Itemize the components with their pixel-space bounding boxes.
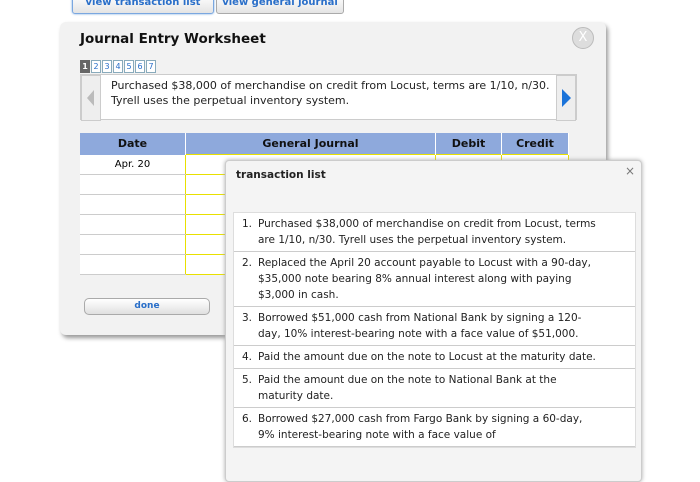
page-tab-4[interactable]: 4 xyxy=(113,60,123,73)
item-text: Replaced the April 20 account payable to… xyxy=(258,257,591,301)
next-arrow-icon[interactable] xyxy=(556,75,576,121)
transaction-items: 1. Purchased $38,000 of merchandise on cr… xyxy=(233,212,636,448)
view-transaction-list-button[interactable]: view transaction list xyxy=(72,0,214,14)
page-tabs: 1234567 xyxy=(80,60,156,73)
done-button[interactable]: done xyxy=(84,298,210,315)
date-cell xyxy=(80,234,186,255)
item-text: Borrowed $51,000 cash from National Bank… xyxy=(258,312,582,340)
transaction-item: 3. Borrowed $51,000 cash from National Ba… xyxy=(234,307,635,346)
transaction-item: 4. Paid the amount due on the note to Loc… xyxy=(234,346,635,369)
date-cell xyxy=(80,254,186,275)
page-tab-5[interactable]: 5 xyxy=(124,60,134,73)
transaction-item: 5. Paid the amount due on the note to Nat… xyxy=(234,369,635,408)
page-tab-3[interactable]: 3 xyxy=(102,60,112,73)
date-cell xyxy=(80,214,186,235)
prev-arrow-icon[interactable] xyxy=(81,75,101,121)
page-tab-2[interactable]: 2 xyxy=(91,60,101,73)
page-tab-1[interactable]: 1 xyxy=(80,60,90,73)
page-tab-6[interactable]: 6 xyxy=(135,60,145,73)
date-cell xyxy=(80,194,186,215)
col-credit: Credit xyxy=(501,133,569,155)
col-general-journal: General Journal xyxy=(185,133,436,155)
item-text: Borrowed $27,000 cash from Fargo Bank by… xyxy=(258,413,583,441)
transaction-item: 2. Replaced the April 20 account payable … xyxy=(234,252,635,307)
transaction-item: 6. Borrowed $27,000 cash from Fargo Bank … xyxy=(234,408,635,447)
close-icon[interactable]: X xyxy=(572,27,594,49)
item-number: 5. xyxy=(242,374,253,386)
col-date: Date xyxy=(80,133,186,155)
item-number: 4. xyxy=(242,351,253,363)
item-number: 2. xyxy=(242,257,253,269)
item-number: 1. xyxy=(242,218,253,230)
worksheet-title: Journal Entry Worksheet xyxy=(80,31,266,47)
date-cell: Apr. 20 xyxy=(80,154,186,175)
transaction-list-popup: transaction list × 1. Purchased $38,000 o… xyxy=(225,160,642,482)
popup-title: transaction list xyxy=(236,169,326,181)
description-text: Purchased $38,000 of merchandise on cred… xyxy=(111,79,550,107)
close-icon[interactable]: × xyxy=(625,164,635,178)
col-debit: Debit xyxy=(435,133,502,155)
item-text: Paid the amount due on the note to Natio… xyxy=(258,374,557,402)
item-text: Purchased $38,000 of merchandise on cred… xyxy=(258,218,596,246)
transaction-item: 1. Purchased $38,000 of merchandise on cr… xyxy=(234,213,635,252)
item-number: 6. xyxy=(242,413,253,425)
date-cell xyxy=(80,174,186,195)
item-text: Paid the amount due on the note to Locus… xyxy=(258,351,596,363)
transaction-description: Purchased $38,000 of merchandise on cred… xyxy=(80,74,577,121)
page-tab-7[interactable]: 7 xyxy=(146,60,156,73)
item-number: 3. xyxy=(242,312,253,324)
view-general-journal-button[interactable]: view general journal xyxy=(216,0,344,14)
